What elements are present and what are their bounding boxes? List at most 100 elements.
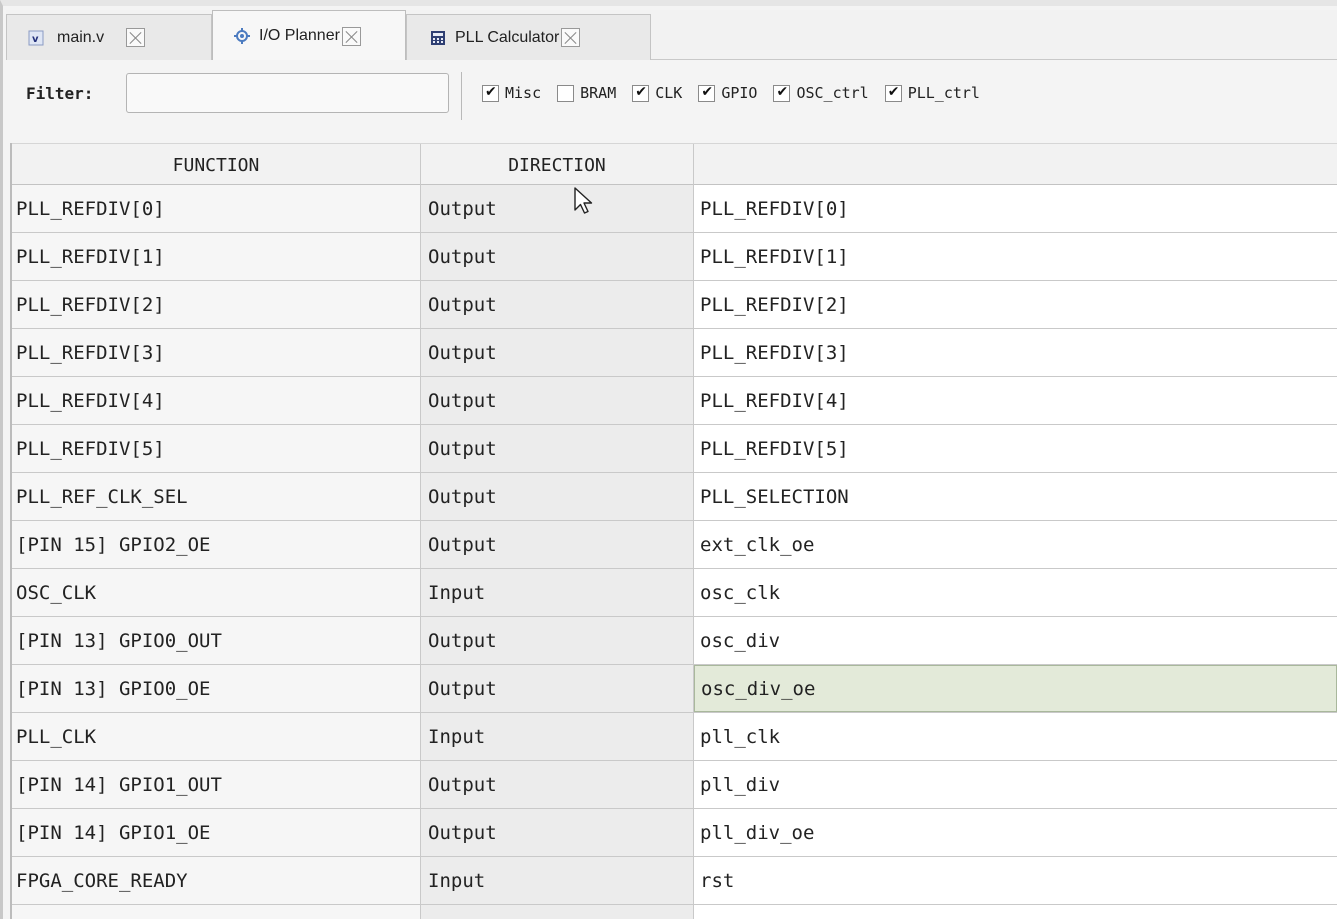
table-row[interactable]: PLL_REFDIV[2] Output PLL_REFDIV[2] xyxy=(12,281,1337,329)
tab-pll-calculator[interactable]: PLL Calculator xyxy=(406,14,651,60)
checkbox-misc[interactable]: Misc xyxy=(482,84,541,102)
checkbox-osc-ctrl[interactable]: OSC_ctrl xyxy=(773,84,869,102)
tab-label: I/O Planner xyxy=(259,27,340,44)
table-row[interactable]: PLL_CLK Input pll_clk xyxy=(12,713,1337,761)
cell-direction[interactable]: Input xyxy=(421,713,694,760)
cell-function[interactable]: PLL_CLK xyxy=(12,713,421,760)
cell-direction[interactable]: Input xyxy=(421,569,694,616)
io-planner-icon xyxy=(233,27,251,45)
checkbox-clk[interactable]: CLK xyxy=(632,84,682,102)
tab-io-planner[interactable]: I/O Planner xyxy=(212,10,406,61)
cell-function[interactable]: FPGA_CORE_READY xyxy=(12,857,421,904)
cell-function[interactable]: PLL_REFDIV[3] xyxy=(12,329,421,376)
table-row[interactable]: PLL_REFDIV[0] Output PLL_REFDIV[0] xyxy=(12,185,1337,233)
cell-signal[interactable]: osc_div_oe xyxy=(694,665,1337,712)
column-header-signal[interactable] xyxy=(694,144,1337,186)
cell-direction[interactable]: Output xyxy=(421,617,694,664)
table-row[interactable]: FPGA_CORE_READY Input rst xyxy=(12,857,1337,905)
cell-signal[interactable]: ext_clk_oe xyxy=(694,521,1337,568)
io-assignment-table: FUNCTION DIRECTION PLL_REFDIV[0] Output PL… xyxy=(10,143,1337,919)
tab-label: PLL Calculator xyxy=(455,28,560,46)
column-header-direction[interactable]: DIRECTION xyxy=(421,144,694,186)
cell-signal[interactable]: PLL_REFDIV[4] xyxy=(694,377,1337,424)
cell-direction[interactable]: Output xyxy=(421,761,694,808)
category-checkboxes: Misc BRAM CLK GPIO OSC_ctrl PLL_ctrl xyxy=(482,84,996,102)
cell-signal[interactable]: pll_clk xyxy=(694,713,1337,760)
checkbox-box[interactable] xyxy=(698,84,716,102)
table-row[interactable]: [PIN 13] GPIO0_OUT Output osc_div xyxy=(12,617,1337,665)
table-row[interactable]: PLL_REFDIV[3] Output PLL_REFDIV[3] xyxy=(12,329,1337,377)
editor-tab-strip: v main.v I/O Planner PLL Calculator xyxy=(6,10,1337,61)
checkbox-box[interactable] xyxy=(632,84,650,102)
filter-label: Filter: xyxy=(26,84,94,103)
checkbox-box[interactable] xyxy=(773,84,791,102)
table-row[interactable]: PLL_REFDIV[4] Output PLL_REFDIV[4] xyxy=(12,377,1337,425)
table-row[interactable]: [PIN 14] GPIO1_OUT Output pll_div xyxy=(12,761,1337,809)
cell-direction[interactable]: Output xyxy=(421,809,694,856)
cell-function[interactable]: OSC_CLK xyxy=(12,569,421,616)
cell-function[interactable]: PLL_REFDIV[2] xyxy=(12,281,421,328)
checkbox-box[interactable] xyxy=(557,84,575,102)
column-header-function[interactable]: FUNCTION xyxy=(12,144,421,186)
cell-direction[interactable] xyxy=(421,905,694,919)
calculator-icon xyxy=(429,29,447,47)
cell-direction[interactable]: Output xyxy=(421,233,694,280)
table-row[interactable]: [PIN 13] GPIO0_OE Output osc_div_oe xyxy=(12,665,1337,713)
close-icon[interactable] xyxy=(126,28,146,47)
cell-function[interactable]: [PIN 15] GPIO2_OE xyxy=(12,521,421,568)
checkbox-pll-ctrl[interactable]: PLL_ctrl xyxy=(884,84,980,102)
table-row[interactable] xyxy=(12,905,1337,919)
table-row[interactable]: PLL_REFDIV[5] Output PLL_REFDIV[5] xyxy=(12,425,1337,473)
cell-direction[interactable]: Output xyxy=(421,473,694,520)
divider xyxy=(461,72,462,120)
verilog-file-icon: v xyxy=(27,29,45,47)
cell-signal[interactable]: PLL_REFDIV[2] xyxy=(694,281,1337,328)
cell-function[interactable]: PLL_REF_CLK_SEL xyxy=(12,473,421,520)
cell-function[interactable]: PLL_REFDIV[0] xyxy=(12,185,421,232)
close-icon[interactable] xyxy=(341,26,361,46)
table-row[interactable]: PLL_REF_CLK_SEL Output PLL_SELECTION xyxy=(12,473,1337,521)
table-row[interactable]: PLL_REFDIV[1] Output PLL_REFDIV[1] xyxy=(12,233,1337,281)
cell-signal[interactable]: PLL_REFDIV[5] xyxy=(694,425,1337,472)
close-icon[interactable] xyxy=(561,28,581,47)
cell-signal[interactable]: PLL_REFDIV[3] xyxy=(694,329,1337,376)
cell-signal[interactable] xyxy=(694,905,1337,919)
tab-label: main.v xyxy=(57,28,105,46)
checkbox-box[interactable] xyxy=(482,84,499,102)
cell-function[interactable]: PLL_REFDIV[4] xyxy=(12,377,421,424)
table-header: FUNCTION DIRECTION xyxy=(12,143,1337,186)
cell-signal[interactable]: PLL_SELECTION xyxy=(694,473,1337,520)
cell-direction[interactable]: Output xyxy=(421,521,694,568)
cell-function[interactable]: PLL_REFDIV[1] xyxy=(12,233,421,280)
cell-function[interactable]: [PIN 13] GPIO0_OUT xyxy=(12,617,421,664)
cell-direction[interactable]: Output xyxy=(421,425,694,472)
checkbox-box[interactable] xyxy=(884,84,902,102)
cell-signal[interactable]: osc_clk xyxy=(694,569,1337,616)
checkbox-gpio[interactable]: GPIO xyxy=(698,84,757,102)
cell-direction[interactable]: Output xyxy=(421,281,694,328)
cell-function[interactable]: PLL_REFDIV[5] xyxy=(12,425,421,472)
cell-direction[interactable]: Output xyxy=(421,185,694,232)
cell-function[interactable]: [PIN 14] GPIO1_OUT xyxy=(12,761,421,808)
filter-bar: Filter: Misc BRAM CLK GPIO OSC_ctrl PLL_… xyxy=(6,60,1337,130)
cell-signal[interactable]: PLL_REFDIV[0] xyxy=(694,185,1337,232)
cell-signal[interactable]: osc_div xyxy=(694,617,1337,664)
table-row[interactable]: [PIN 15] GPIO2_OE Output ext_clk_oe xyxy=(12,521,1337,569)
table-body: PLL_REFDIV[0] Output PLL_REFDIV[0] PLL_REFD… xyxy=(12,185,1337,919)
cell-direction[interactable]: Output xyxy=(421,665,694,712)
checkbox-bram[interactable]: BRAM xyxy=(557,84,616,102)
cell-function[interactable] xyxy=(12,905,421,919)
cell-signal[interactable]: rst xyxy=(694,857,1337,904)
cell-signal[interactable]: PLL_REFDIV[1] xyxy=(694,233,1337,280)
cell-function[interactable]: [PIN 14] GPIO1_OE xyxy=(12,809,421,856)
cell-signal[interactable]: pll_div xyxy=(694,761,1337,808)
table-row[interactable]: [PIN 14] GPIO1_OE Output pll_div_oe xyxy=(12,809,1337,857)
filter-input[interactable] xyxy=(126,73,449,113)
cell-direction[interactable]: Input xyxy=(421,857,694,904)
cell-function[interactable]: [PIN 13] GPIO0_OE xyxy=(12,665,421,712)
cell-signal[interactable]: pll_div_oe xyxy=(694,809,1337,856)
cell-direction[interactable]: Output xyxy=(421,377,694,424)
table-row[interactable]: OSC_CLK Input osc_clk xyxy=(12,569,1337,617)
tab-main-v[interactable]: v main.v xyxy=(6,14,212,60)
cell-direction[interactable]: Output xyxy=(421,329,694,376)
